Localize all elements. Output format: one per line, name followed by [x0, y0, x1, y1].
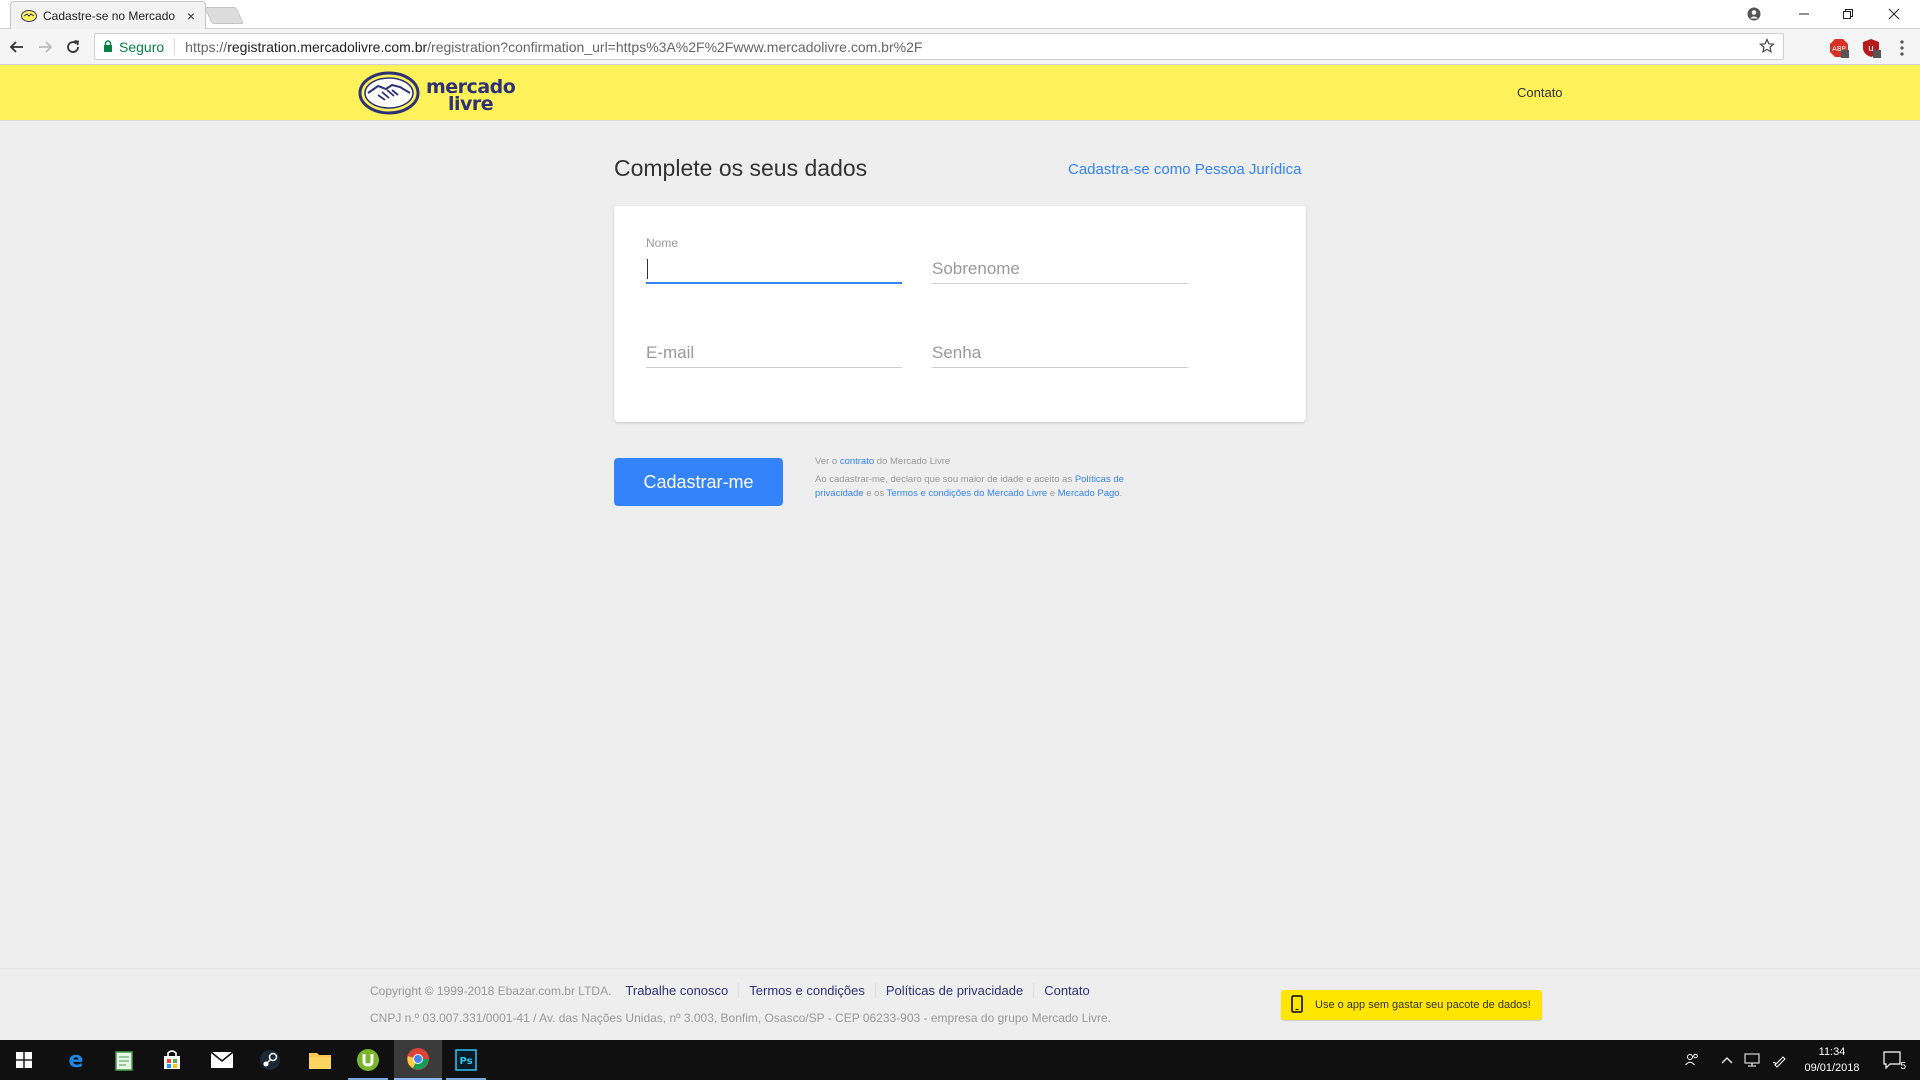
pessoa-juridica-link[interactable]: Cadastra-se como Pessoa Jurídica	[1068, 161, 1301, 178]
bookmark-star-icon[interactable]	[1759, 38, 1775, 57]
close-window-icon[interactable]	[1872, 0, 1916, 28]
consent-line: Ao cadastrar-me, declaro que sou maior d…	[815, 473, 1155, 501]
url-scheme: https://	[185, 38, 228, 55]
registration-form-card: Nome	[614, 206, 1306, 422]
nome-field: Nome	[646, 236, 902, 290]
copyright-text: Copyright © 1999-2018 Ebazar.com.br LTDA…	[370, 983, 612, 998]
photoshop-icon[interactable]: Ps	[442, 1040, 490, 1080]
footer-links-row: Copyright © 1999-2018 Ebazar.com.br LTDA…	[370, 983, 1100, 998]
chrome-menu-icon[interactable]	[1892, 38, 1912, 58]
chrome-icon[interactable]	[394, 1040, 442, 1080]
browser-tab-strip: Cadastre-se no Mercado ×	[0, 0, 1920, 29]
sobrenome-field	[932, 236, 1188, 290]
mail-icon[interactable]	[198, 1040, 246, 1080]
legal-notice: Ver o contrato do Mercado Livre Ao cadas…	[815, 455, 1155, 505]
back-arrow-icon[interactable]	[4, 34, 30, 60]
legal-text: e	[1047, 488, 1058, 499]
browser-tab[interactable]: Cadastre-se no Mercado ×	[10, 1, 206, 29]
page-title: Complete os seus dados	[614, 155, 868, 181]
address-bar[interactable]: Seguro https://registration.mercadolivre…	[94, 33, 1784, 60]
notification-count: 5	[1900, 1061, 1906, 1072]
footer-link-privacidade[interactable]: Políticas de privacidade	[874, 983, 1033, 998]
email-input[interactable]	[646, 338, 902, 368]
security-label: Seguro	[119, 38, 165, 55]
notification-center-icon[interactable]: 5	[1880, 1050, 1906, 1072]
logo-line-2: livre	[448, 92, 494, 115]
steam-icon[interactable]	[246, 1040, 294, 1080]
lock-icon	[103, 39, 113, 55]
notepad-icon[interactable]	[100, 1040, 148, 1080]
system-clock[interactable]: 11:34 09/01/2018	[1790, 1044, 1874, 1076]
footer-link-contato[interactable]: Contato	[1033, 983, 1100, 998]
new-tab-button[interactable]	[204, 7, 244, 24]
mercadolivre-logo[interactable]: mercado livre	[358, 71, 516, 120]
header-contact-link[interactable]: Contato	[1517, 85, 1563, 100]
store-icon[interactable]	[148, 1040, 196, 1080]
windows-taskbar: e Ps 11:34 09/01/2018 5	[0, 1040, 1920, 1080]
ublock-extension-icon[interactable]: u	[1861, 38, 1881, 58]
edge-icon[interactable]: e	[52, 1040, 100, 1080]
adblock-extension-icon[interactable]: ABP	[1829, 38, 1849, 58]
svg-text:e: e	[69, 1049, 84, 1071]
legal-text: e os	[863, 488, 887, 499]
legal-text: Ver o	[815, 456, 840, 467]
legal-text: .	[1119, 488, 1123, 499]
mercadolivre-favicon-icon	[21, 8, 37, 24]
pen-icon[interactable]	[1770, 1050, 1790, 1070]
terms-link[interactable]: Termos e condições do Mercado Livre	[887, 488, 1048, 499]
site-header: mercado livre Contato	[0, 65, 1920, 120]
contrato-link[interactable]: contrato	[840, 456, 874, 467]
email-field	[646, 320, 902, 374]
handshake-icon	[358, 71, 420, 120]
app-download-badge[interactable]: Use o app sem gastar seu pacote de dados…	[1281, 990, 1542, 1020]
nome-input[interactable]	[646, 254, 902, 284]
clock-time: 11:34	[1818, 1046, 1846, 1058]
reload-icon[interactable]	[60, 34, 86, 60]
cnpj-text: CNPJ n.º 03.007.331/0001-41 / Av. das Na…	[370, 1011, 1111, 1025]
browser-toolbar: Seguro https://registration.mercadolivre…	[0, 29, 1920, 65]
logo-wordmark: mercado livre	[426, 77, 516, 115]
text-caret	[647, 259, 648, 279]
svg-text:Ps: Ps	[459, 1056, 472, 1067]
footer-link-trabalhe[interactable]: Trabalhe conosco	[615, 983, 738, 998]
security-indicator[interactable]: Seguro	[95, 38, 176, 55]
start-icon[interactable]	[0, 1040, 48, 1080]
profile-icon[interactable]	[1732, 0, 1776, 28]
senha-input[interactable]	[932, 338, 1188, 368]
clock-date: 09/01/2018	[1804, 1062, 1860, 1074]
footer-link-termos[interactable]: Termos e condições	[738, 983, 875, 998]
cadastrar-button[interactable]: Cadastrar-me	[614, 458, 783, 506]
contract-line: Ver o contrato do Mercado Livre	[815, 455, 1155, 469]
people-icon[interactable]	[1682, 1050, 1702, 1070]
mercado-pago-link[interactable]: Mercado Pago	[1058, 488, 1120, 499]
tab-title: Cadastre-se no Mercado	[43, 8, 176, 23]
utorrent-icon[interactable]	[344, 1040, 392, 1080]
nome-label: Nome	[646, 236, 679, 250]
app-badge-text: Use o app sem gastar seu pacote de dados…	[1315, 999, 1531, 1011]
forward-arrow-icon[interactable]	[32, 34, 58, 60]
chevron-up-icon[interactable]	[1717, 1050, 1737, 1070]
legal-text: Ao cadastrar-me, declaro que sou maior d…	[815, 474, 1075, 485]
smartphone-icon	[1291, 994, 1303, 1016]
url-text: https://registration.mercadolivre.com.br…	[175, 39, 922, 55]
file-explorer-icon[interactable]	[296, 1040, 344, 1080]
site-footer: Copyright © 1999-2018 Ebazar.com.br LTDA…	[0, 968, 1920, 1040]
restore-icon[interactable]	[1826, 0, 1870, 28]
network-icon[interactable]	[1742, 1050, 1762, 1070]
url-host: registration.mercadolivre.com.br	[227, 38, 428, 55]
url-path: /registration?confirmation_url=https%3A%…	[427, 38, 923, 55]
senha-field	[932, 320, 1188, 374]
legal-text: do Mercado Livre	[874, 456, 951, 467]
minimize-icon[interactable]	[1782, 0, 1826, 28]
tab-close-icon[interactable]: ×	[187, 9, 195, 23]
sobrenome-input[interactable]	[932, 254, 1188, 284]
